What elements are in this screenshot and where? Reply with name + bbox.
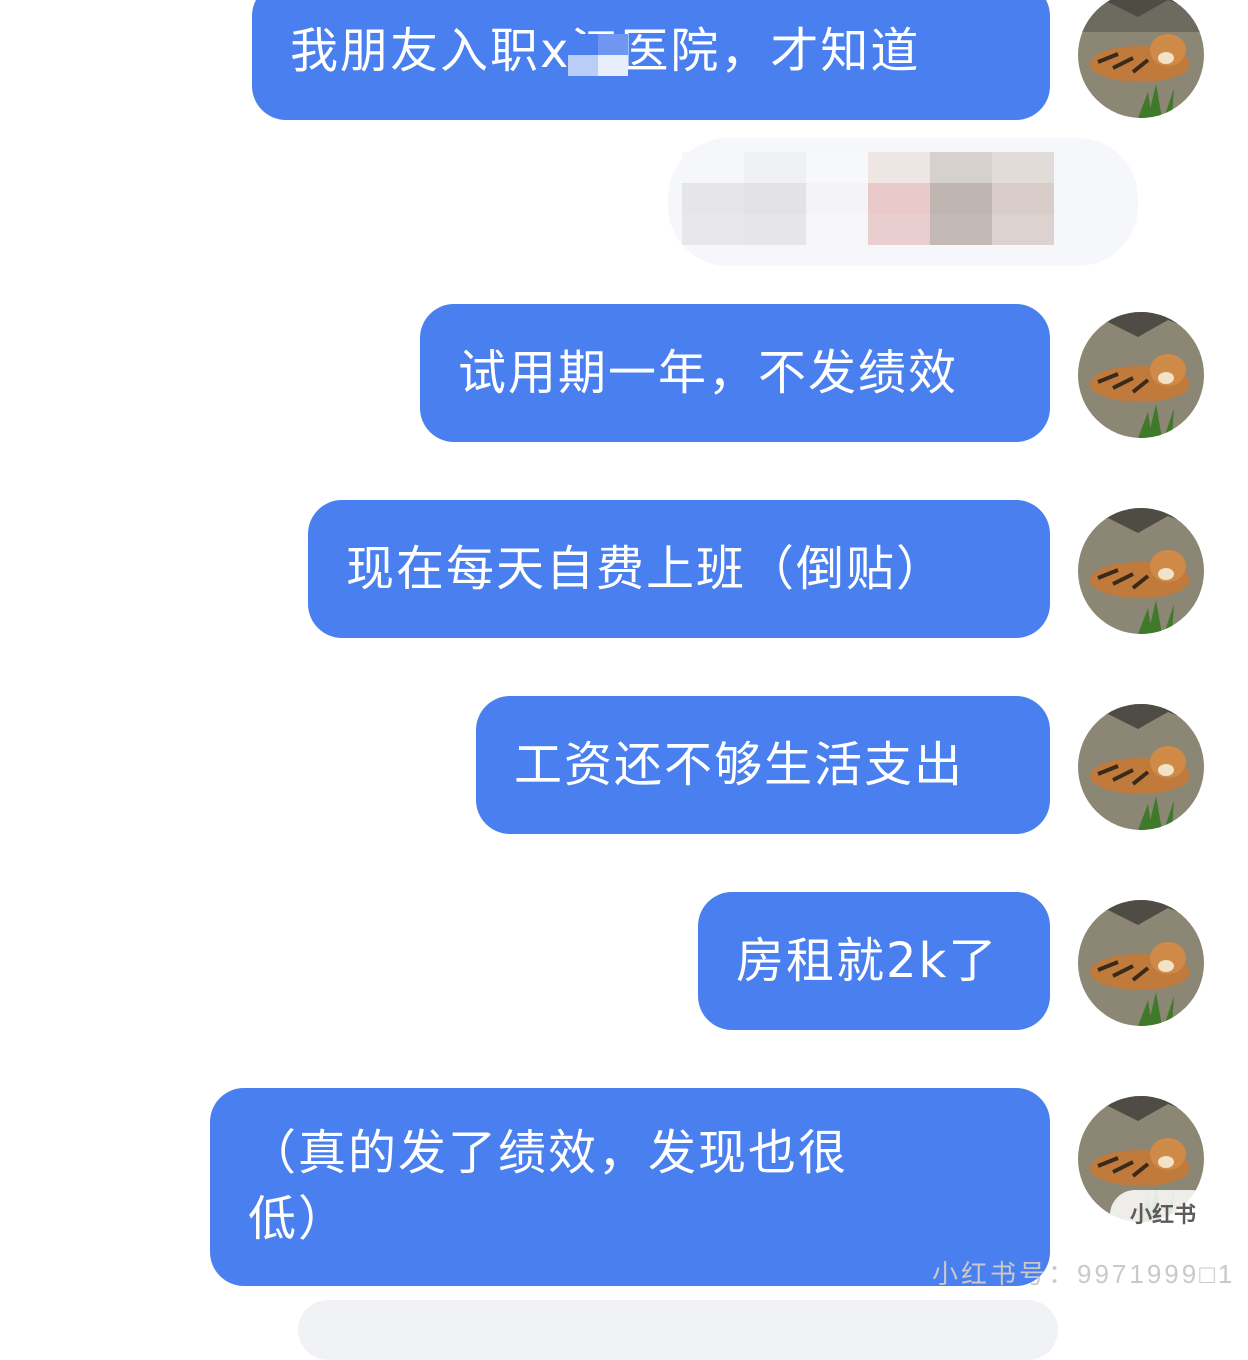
message-text: 房租就2k了 <box>736 933 999 989</box>
tiger-avatar-icon[interactable] <box>1078 508 1204 634</box>
watermark-id: 小红书号：9971999□1 <box>932 1259 1236 1289</box>
tiger-avatar-icon[interactable] <box>1078 900 1204 1026</box>
tiger-avatar-icon[interactable] <box>1078 704 1204 830</box>
message-text: 试用期一年，不发绩效 <box>458 345 959 401</box>
watermark-badge: 小红书 <box>1110 1190 1216 1240</box>
tiger-avatar-icon[interactable] <box>1078 312 1204 438</box>
message-bubble-3[interactable]: 现在每天自费上班（倒贴） <box>308 500 1050 638</box>
message-bubble-5[interactable]: 房租就2k了 <box>698 892 1050 1030</box>
message-text: 现在每天自费上班（倒贴） <box>346 541 947 597</box>
censor-mosaic-small <box>568 34 628 76</box>
message-text: 我朋友入职x江医院，才知道 <box>290 18 1050 84</box>
next-message-peek <box>298 1300 1058 1360</box>
tiger-avatar-icon[interactable] <box>1078 0 1204 118</box>
message-bubble-2[interactable]: 试用期一年，不发绩效 <box>420 304 1050 442</box>
message-text: 工资还不够生活支出 <box>514 737 965 793</box>
censor-mosaic <box>682 152 1054 245</box>
message-bubble-4[interactable]: 工资还不够生活支出 <box>476 696 1050 834</box>
message-text: （真的发了绩效，发现也很 低） <box>248 1125 849 1247</box>
message-bubble-6[interactable]: （真的发了绩效，发现也很 低） <box>210 1088 1050 1286</box>
message-bubble-1[interactable]: 我朋友入职x江医院，才知道 <box>252 0 1050 120</box>
